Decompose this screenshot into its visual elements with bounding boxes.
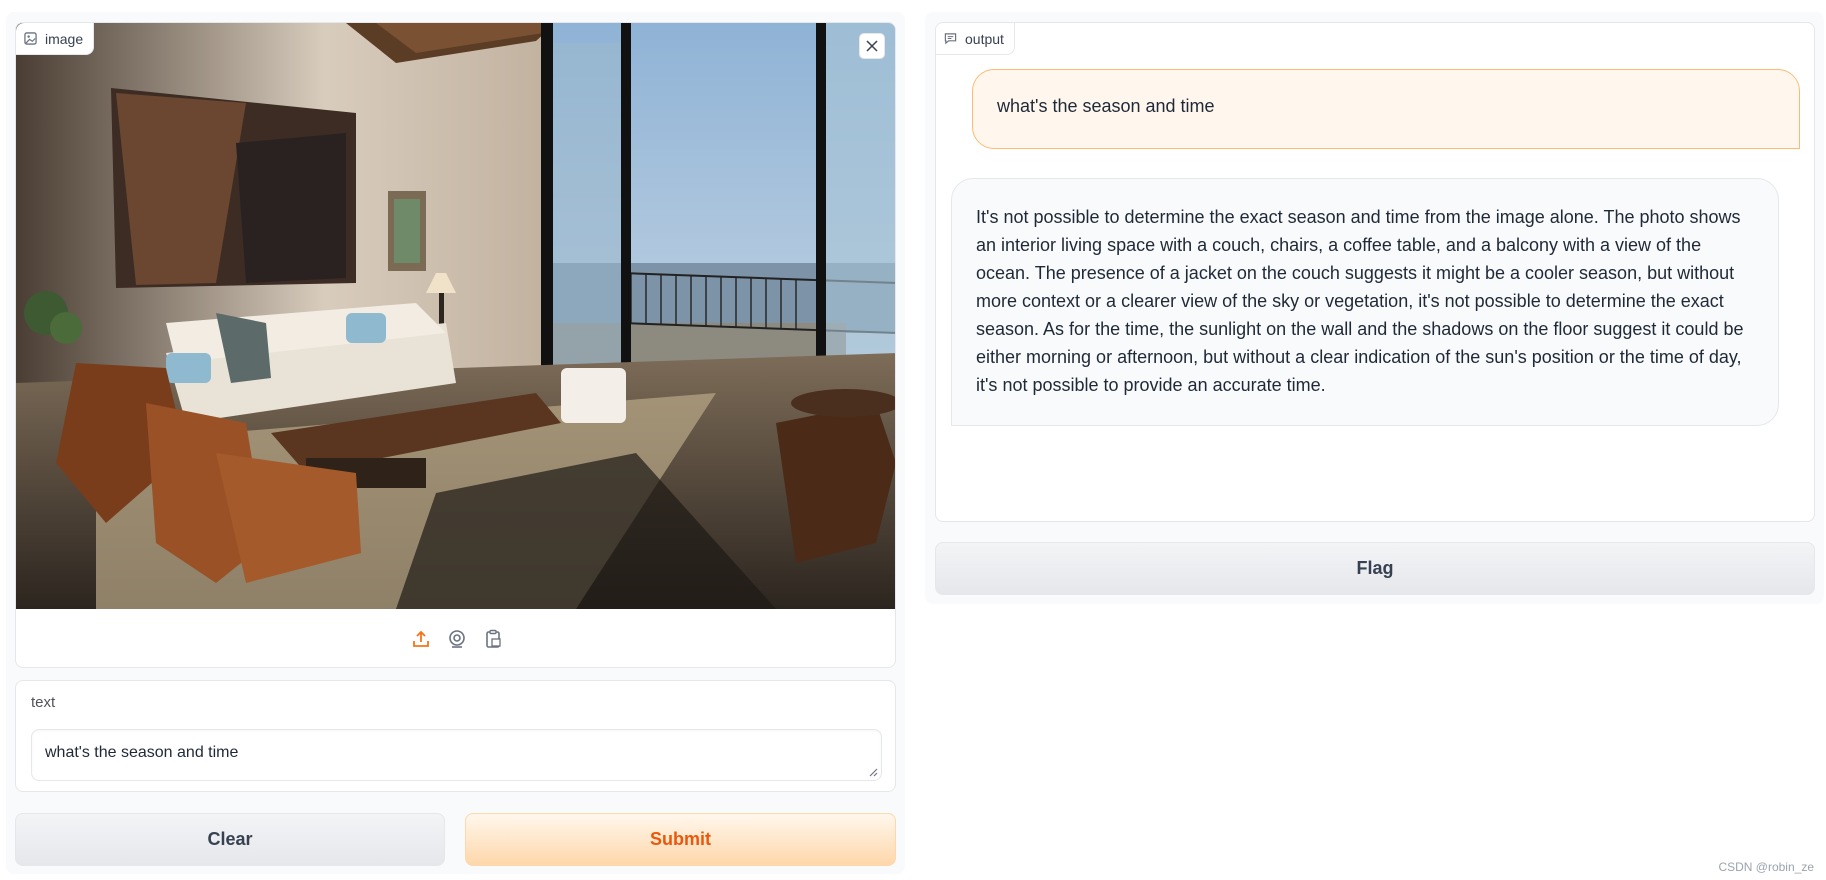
clipboard-source-button[interactable] xyxy=(482,628,504,650)
uploaded-photo xyxy=(16,23,895,609)
bot-message-text: It's not possible to determine the exact… xyxy=(976,207,1744,395)
resize-handle-icon[interactable] xyxy=(868,767,878,777)
image-icon xyxy=(24,32,37,45)
upload-source-button[interactable] xyxy=(410,628,432,650)
submit-button[interactable]: Submit xyxy=(465,813,896,866)
upload-icon xyxy=(412,630,429,647)
clipboard-icon xyxy=(485,629,501,648)
output-label: output xyxy=(936,23,1015,55)
chatbot-output: output what's the season and time It's n… xyxy=(935,22,1815,522)
input-column: image text what's the season and time Cl… xyxy=(6,12,905,874)
clear-image-button[interactable] xyxy=(859,33,885,59)
text-input[interactable]: what's the season and time xyxy=(31,729,882,781)
image-label: image xyxy=(16,23,95,55)
text-label: text xyxy=(31,694,56,711)
output-column: output what's the season and time It's n… xyxy=(925,12,1824,604)
text-input-value: what's the season and time xyxy=(45,744,239,761)
webcam-source-button[interactable] xyxy=(446,628,468,650)
bot-message: It's not possible to determine the exact… xyxy=(951,178,1779,426)
clear-button[interactable]: Clear xyxy=(15,813,445,866)
chat-icon xyxy=(944,33,957,45)
output-label-text: output xyxy=(965,30,1004,47)
user-message-text: what's the season and time xyxy=(997,96,1215,116)
user-message: what's the season and time xyxy=(972,69,1800,149)
image-source-bar xyxy=(16,609,895,667)
webcam-icon xyxy=(448,630,465,648)
text-input-block: text what's the season and time xyxy=(15,680,896,792)
flag-button[interactable]: Flag xyxy=(935,542,1815,595)
image-input[interactable]: image xyxy=(15,22,896,668)
image-label-text: image xyxy=(45,30,84,47)
close-icon xyxy=(866,40,878,52)
watermark: CSDN @robin_ze xyxy=(1718,860,1814,874)
